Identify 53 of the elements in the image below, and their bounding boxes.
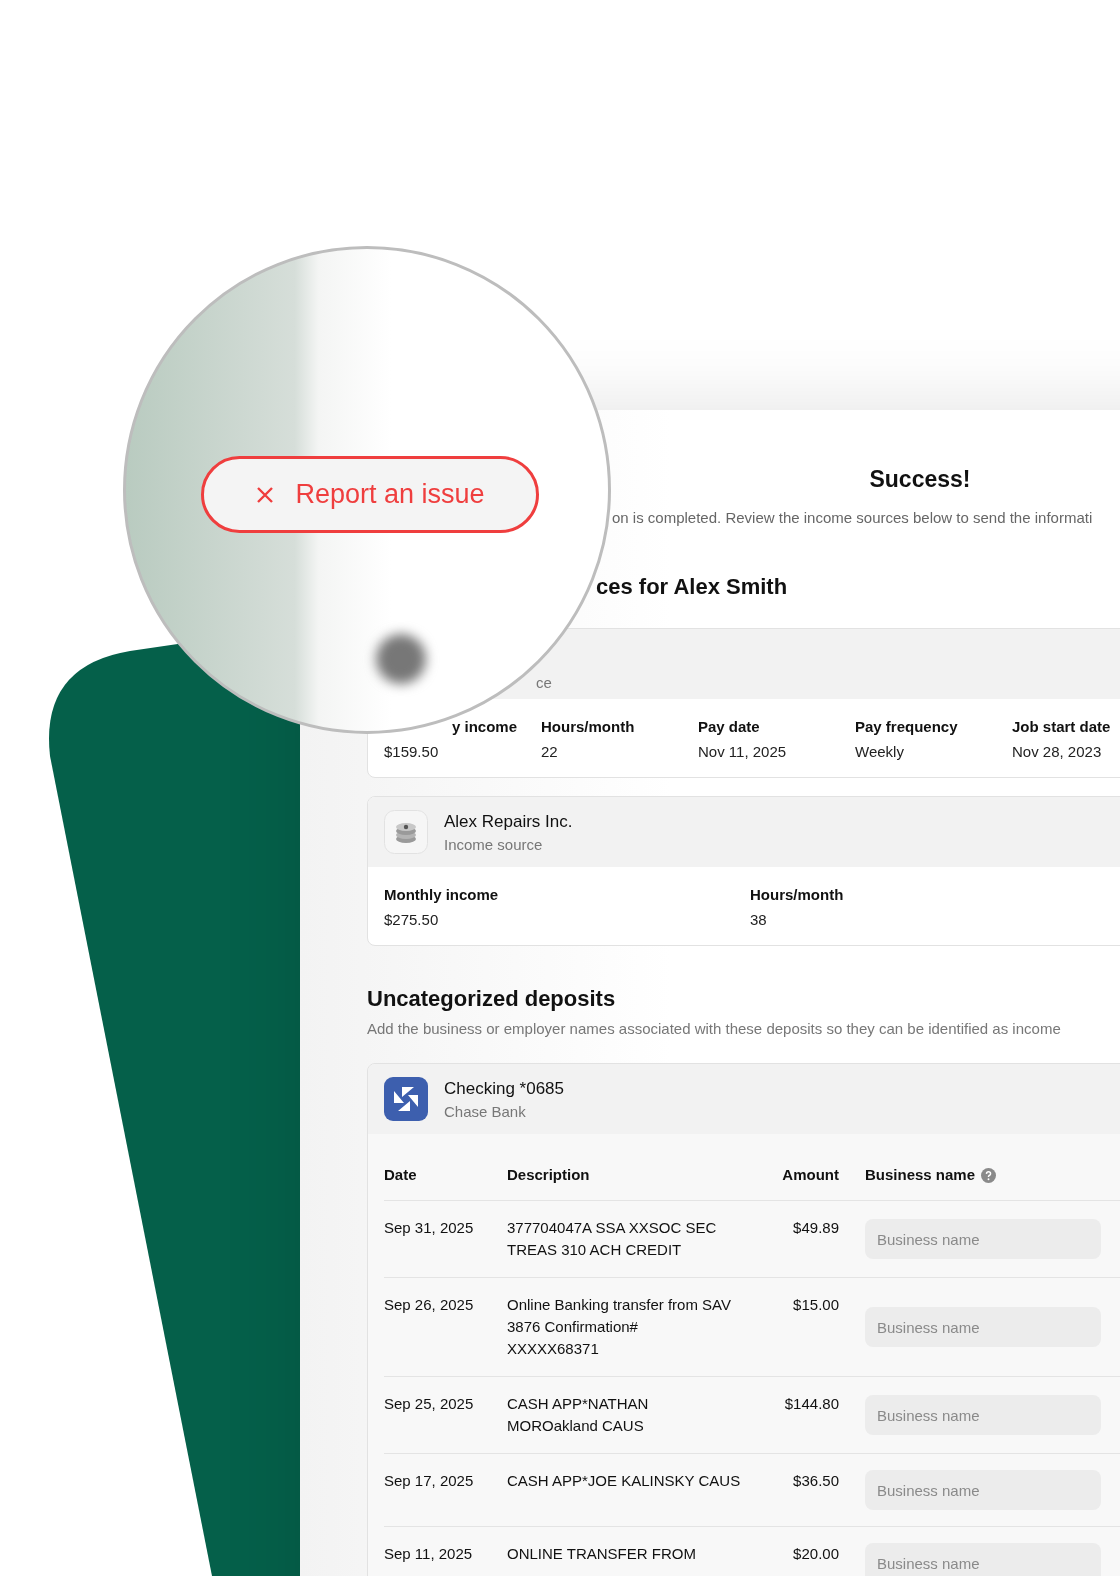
field-value: 38	[750, 911, 768, 928]
business-name-field[interactable]: Business name	[865, 1543, 1101, 1576]
bank-logo-icon	[384, 1077, 428, 1121]
column-header: Description	[507, 1166, 590, 1183]
field-value: $275.50	[384, 911, 440, 928]
business-name-field[interactable]: Business name	[865, 1219, 1101, 1259]
description-cell-text: CASH APP*NATHAN MOROakland CAUS	[507, 1394, 650, 1436]
field-label: Hours/month	[750, 886, 845, 903]
business-name-field[interactable]: Business name	[865, 1470, 1101, 1510]
date-cell-text: Sep 17, 2025	[384, 1471, 475, 1491]
date-cell-text: Sep 31, 2025	[384, 1218, 475, 1238]
income-source-type: ce	[536, 673, 552, 691]
description-cell-text: CASH APP*JOE KALINSKY CAUS	[507, 1471, 742, 1491]
field-label: Job start date	[1012, 718, 1112, 735]
field-label: Hours/month	[541, 718, 636, 735]
deposits-description: Add the business or employer names associated with these deposits so they can be identified as income	[367, 1020, 1062, 1037]
field-value: Nov 11, 2025	[698, 743, 788, 760]
description-cell-text: 377704047A SSA XXSOC SEC TREAS 310 ACH CREDIT	[507, 1218, 718, 1260]
blurred-avatar-drawing	[376, 634, 426, 684]
income-sources-heading: ces for Alex Smith	[596, 574, 789, 600]
field-value: Weekly	[855, 743, 905, 760]
date-cell-text: Sep 26, 2025	[384, 1295, 475, 1315]
field-label: y income	[451, 718, 519, 735]
field-label: Monthly income	[384, 886, 500, 903]
column-header: Date	[384, 1166, 417, 1183]
income-source-type: Income source	[444, 835, 544, 853]
report-issue-button[interactable]: Report an issue	[201, 456, 539, 533]
amount-cell-text: $144.80	[783, 1394, 839, 1414]
amount-cell-text: $49.89	[792, 1218, 839, 1238]
field-label: Pay frequency	[855, 718, 959, 735]
amount-cell-text: $36.50	[792, 1471, 839, 1491]
amount-cell-text: $15.00	[792, 1295, 839, 1315]
income-source-name: Alex Repairs Inc.	[444, 811, 573, 832]
coins-icon	[384, 810, 428, 854]
amount-cell-text: $20.00	[792, 1544, 839, 1564]
account-name: Checking *0685	[444, 1078, 565, 1099]
field-value: $159.50	[384, 743, 440, 760]
column-header: Business name	[865, 1166, 976, 1184]
date-cell-text: Sep 11, 2025	[384, 1544, 474, 1564]
column-header: Amount	[782, 1166, 839, 1183]
help-icon[interactable]	[981, 1167, 997, 1183]
date-cell-text: Sep 25, 2025	[384, 1394, 475, 1414]
field-value: 22	[541, 743, 559, 760]
business-name-field[interactable]: Business name	[865, 1307, 1101, 1347]
bank-name: Chase Bank	[444, 1102, 527, 1120]
field-label: Pay date	[698, 718, 761, 735]
description-cell-text: ONLINE TRANSFER FROM	[507, 1544, 697, 1564]
close-icon	[255, 484, 276, 505]
success-message: on is completed. Review the income sources below to send the informati	[612, 509, 1094, 526]
field-value: Nov 28, 2023	[1012, 743, 1103, 760]
deposits-heading: Uncategorized deposits	[367, 986, 617, 1012]
description-cell-text: Online Banking transfer from SAV 3876 Confirmation# XXXXX68371	[507, 1295, 732, 1359]
business-name-field[interactable]: Business name	[865, 1395, 1101, 1435]
